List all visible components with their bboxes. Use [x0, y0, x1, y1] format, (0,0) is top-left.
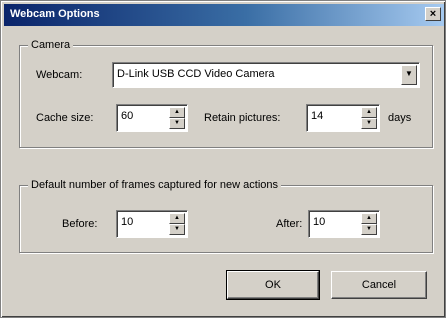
ok-button[interactable]: OK [226, 270, 320, 300]
spin-down-button[interactable]: ▼ [169, 224, 185, 235]
spin-up-button[interactable]: ▲ [169, 213, 185, 224]
webcam-value: D-Link USB CCD Video Camera [117, 68, 275, 80]
before-frames-stepper[interactable]: ▲ ▼ [169, 213, 185, 235]
camera-group-label: Camera [28, 39, 74, 51]
spin-down-button[interactable]: ▼ [169, 118, 185, 129]
cancel-button[interactable]: Cancel [331, 271, 427, 299]
before-label: Before: [62, 218, 98, 230]
spin-up-button[interactable]: ▲ [361, 107, 377, 118]
webcam-options-dialog: Webcam Options × Camera Webcam: D-Link U… [0, 0, 446, 318]
arrow-down-icon: ▼ [174, 120, 180, 126]
close-button[interactable]: × [425, 7, 441, 21]
close-icon: × [429, 8, 437, 20]
arrow-up-icon: ▲ [366, 215, 372, 221]
webcam-label: Webcam: [36, 69, 83, 81]
after-frames-value: 10 [313, 216, 326, 228]
webcam-dropdown-button[interactable]: ▼ [401, 65, 417, 85]
window-title: Webcam Options [10, 8, 100, 20]
after-frames-input[interactable]: 10 ▲ ▼ [308, 210, 380, 238]
title-bar: Webcam Options × [4, 4, 444, 26]
after-frames-stepper[interactable]: ▲ ▼ [361, 213, 377, 235]
retain-pictures-label: Retain pictures: [204, 112, 281, 124]
arrow-up-icon: ▲ [366, 109, 372, 115]
cache-size-input[interactable]: 60 ▲ ▼ [116, 104, 188, 132]
frames-group: Default number of frames captured for ne… [19, 179, 433, 253]
webcam-select[interactable]: D-Link USB CCD Video Camera ▼ [112, 62, 420, 88]
spin-up-button[interactable]: ▲ [361, 213, 377, 224]
spin-up-button[interactable]: ▲ [169, 107, 185, 118]
spin-down-button[interactable]: ▼ [361, 224, 377, 235]
arrow-up-icon: ▲ [174, 215, 180, 221]
arrow-down-icon: ▼ [366, 120, 372, 126]
arrow-down-icon: ▼ [174, 226, 180, 232]
spin-down-button[interactable]: ▼ [361, 118, 377, 129]
retain-pictures-value: 14 [311, 110, 324, 122]
retain-pictures-input[interactable]: 14 ▲ ▼ [306, 104, 380, 132]
retain-unit-label: days [388, 112, 412, 124]
cache-size-stepper[interactable]: ▲ ▼ [169, 107, 185, 129]
camera-group: Camera Webcam: D-Link USB CCD Video Came… [19, 39, 433, 148]
cache-size-label: Cache size: [36, 112, 94, 124]
cache-size-value: 60 [121, 110, 134, 122]
before-frames-value: 10 [121, 216, 134, 228]
frames-group-label: Default number of frames captured for ne… [28, 179, 282, 191]
arrow-down-icon: ▼ [366, 226, 372, 232]
retain-pictures-stepper[interactable]: ▲ ▼ [361, 107, 377, 129]
chevron-down-icon: ▼ [405, 69, 413, 78]
after-label: After: [276, 218, 303, 230]
arrow-up-icon: ▲ [174, 109, 180, 115]
before-frames-input[interactable]: 10 ▲ ▼ [116, 210, 188, 238]
